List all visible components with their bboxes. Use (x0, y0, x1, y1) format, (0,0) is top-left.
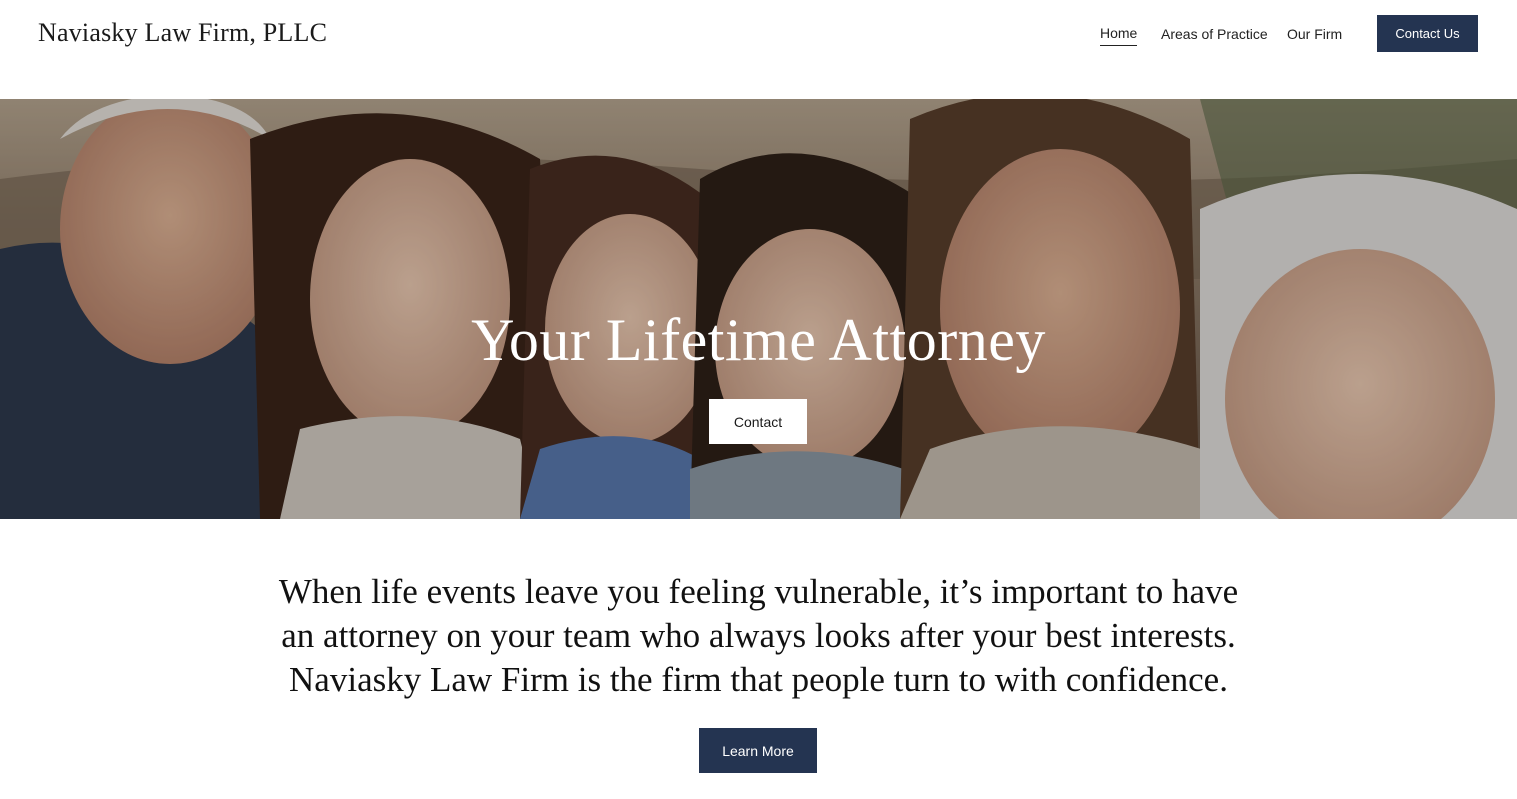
learn-more-button[interactable]: Learn More (699, 728, 817, 773)
nav-link-areas-of-practice[interactable]: Areas of Practice (1161, 23, 1268, 45)
hero-section: Your Lifetime Attorney Contact (0, 99, 1517, 519)
intro-text: When life events leave you feeling vulne… (278, 572, 1239, 699)
contact-us-button[interactable]: Contact Us (1377, 15, 1478, 52)
site-header: Naviasky Law Firm, PLLC Home Areas of Pr… (0, 0, 1517, 99)
site-logo[interactable]: Naviasky Law Firm, PLLC (38, 14, 327, 52)
hero-contact-button[interactable]: Contact (709, 399, 807, 444)
nav-item-our-firm[interactable]: Our Firm (1287, 22, 1342, 46)
nav-link-our-firm[interactable]: Our Firm (1287, 23, 1342, 45)
nav-item-home[interactable]: Home (1100, 22, 1138, 46)
nav-link-home[interactable]: Home (1100, 22, 1138, 46)
nav-item-areas-of-practice[interactable]: Areas of Practice (1161, 22, 1268, 46)
hero-title: Your Lifetime Attorney (471, 307, 1046, 373)
